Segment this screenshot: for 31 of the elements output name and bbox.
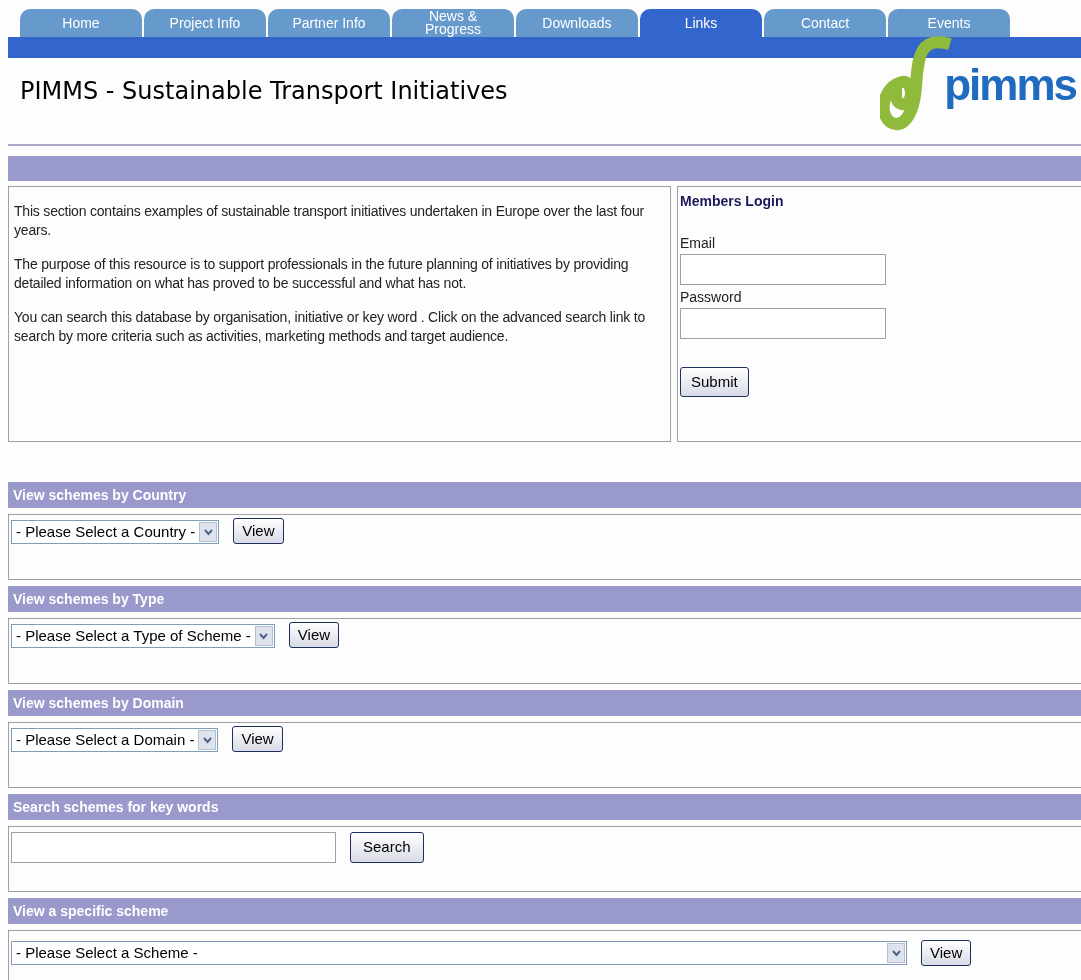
intro-paragraph: The purpose of this resource is to support professionals in the future planning of initiatives by providing detailed information on what has proved to be successful and what has not. xyxy=(14,255,630,293)
caret-icon xyxy=(254,626,273,646)
page-title: PIMMS - Sustainable Transport Initiatives xyxy=(19,76,508,107)
section-header: View a specific scheme xyxy=(8,898,1081,924)
caret-icon xyxy=(198,730,217,750)
section-header: View schemes by Type xyxy=(8,586,1081,612)
dropdown-select[interactable]: - Please Select a Domain - xyxy=(11,728,219,752)
password-label: Password xyxy=(680,288,742,307)
dropdown-select[interactable]: - Please Select a Type of Scheme - xyxy=(11,624,275,648)
section-header: View schemes by Domain xyxy=(8,690,1081,716)
email-field[interactable] xyxy=(680,254,886,285)
view-button[interactable]: View xyxy=(921,940,972,966)
search-button[interactable]: Search xyxy=(350,832,424,863)
submit-button[interactable]: Submit xyxy=(680,367,749,397)
caret-icon xyxy=(199,522,218,542)
section-header: Search schemes for key words xyxy=(8,794,1081,820)
caret-icon xyxy=(887,943,905,963)
pimms-logo: pimms xyxy=(880,36,1076,134)
dropdown-select[interactable]: - Please Select a Scheme - xyxy=(11,941,907,965)
login-title: Members Login xyxy=(680,192,784,211)
view-button[interactable]: View xyxy=(232,726,283,752)
email-label: Email xyxy=(680,234,715,253)
password-field[interactable] xyxy=(680,308,886,339)
intro-paragraph: You can search this database by organisation, initiative or key word . Click on the advanced search link to search by more criteria such as activities, marketing methods and target audience. xyxy=(14,308,646,346)
intro-paragraph: This section contains examples of sustainable transport initiatives undertaken in Europe over the last four years. xyxy=(14,202,645,240)
nav-tab[interactable]: Links xyxy=(640,9,762,37)
keyword-field[interactable] xyxy=(11,832,336,863)
view-button[interactable]: View xyxy=(233,518,284,544)
view-button[interactable]: View xyxy=(288,622,340,648)
dropdown-select[interactable]: - Please Select a Country - xyxy=(11,520,220,544)
section-header: View schemes by Country xyxy=(8,482,1081,508)
